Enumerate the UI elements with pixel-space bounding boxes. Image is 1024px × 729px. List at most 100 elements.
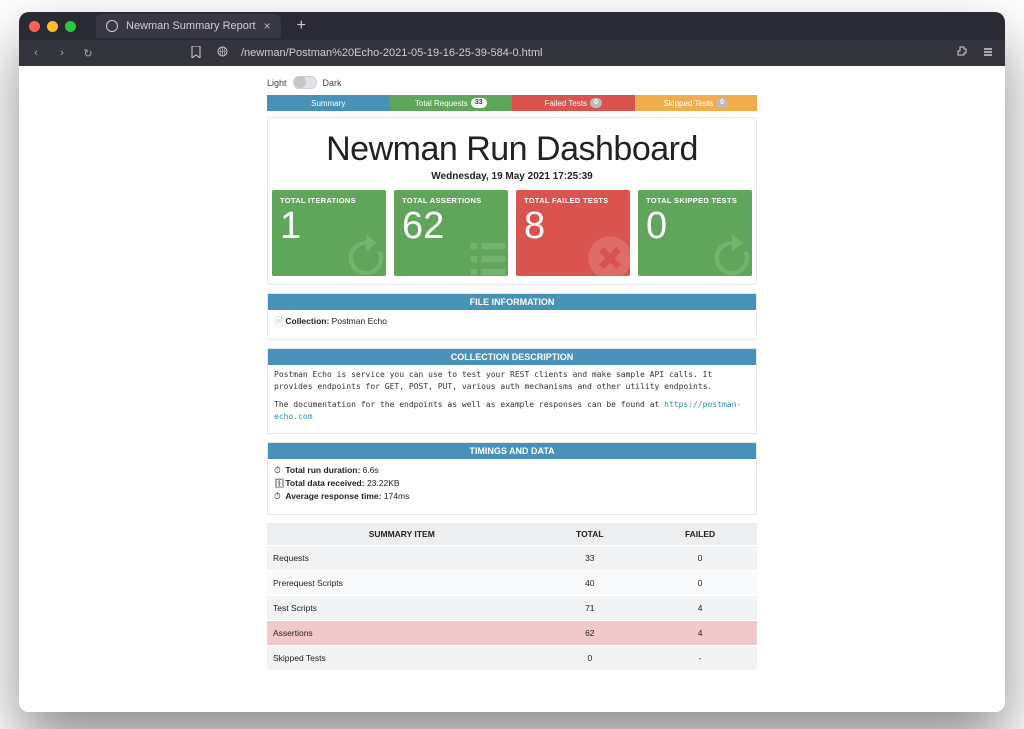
- nav-failed-tests[interactable]: Failed Tests 0: [512, 95, 635, 111]
- nav-skipped-tests-label: Skipped Tests: [663, 99, 713, 108]
- summary-table-header: SUMMARY ITEM TOTAL FAILED: [267, 523, 757, 546]
- card-skipped: TOTAL SKIPPED TESTS 0: [638, 190, 752, 276]
- times-circle-icon: [584, 232, 630, 276]
- col-total: TOTAL: [537, 523, 644, 546]
- file-info-heading: FILE INFORMATION: [268, 294, 756, 310]
- dashboard-panel: Newman Run Dashboard Wednesday, 19 May 2…: [267, 117, 757, 285]
- nav-total-requests[interactable]: Total Requests 33: [390, 95, 513, 111]
- col-item: SUMMARY ITEM: [267, 523, 537, 546]
- cell-total: 62: [537, 621, 644, 646]
- collection-description-heading: COLLECTION DESCRIPTION: [268, 349, 756, 365]
- maximize-window-button[interactable]: [65, 21, 76, 32]
- app-menu-icon[interactable]: [981, 46, 995, 61]
- theme-dark-label: Dark: [323, 78, 342, 88]
- table-row: Skipped Tests 0 -: [267, 646, 757, 671]
- stopwatch-icon: ⏱: [274, 465, 283, 476]
- desc-text: POST: [409, 382, 428, 391]
- list-icon: [462, 232, 508, 276]
- table-row: Prerequest Scripts 40 0: [267, 571, 757, 596]
- desc-text: ,: [428, 382, 438, 391]
- desc-text: PUT: [438, 382, 452, 391]
- reload-button[interactable]: ↻: [81, 47, 95, 60]
- card-skipped-label: TOTAL SKIPPED TESTS: [646, 196, 744, 205]
- bookmark-icon[interactable]: [189, 46, 203, 61]
- card-failed: TOTAL FAILED TESTS 8: [516, 190, 630, 276]
- desc-text: ,: [399, 382, 409, 391]
- cell-item: Prerequest Scripts: [267, 571, 537, 596]
- cell-total: 33: [537, 546, 644, 571]
- avg-response-label: Average response time:: [285, 491, 381, 501]
- run-duration-label: Total run duration:: [285, 465, 360, 475]
- card-assertions-label: TOTAL ASSERTIONS: [402, 196, 500, 205]
- table-row-danger: Assertions 62 4: [267, 621, 757, 646]
- cell-item: Assertions: [267, 621, 537, 646]
- timings-section: TIMINGS AND DATA ⏱ Total run duration: 6…: [267, 442, 757, 515]
- address-bar: ‹ › ↻ /newman/Postman%20Echo-2021-05-19-…: [19, 40, 1005, 66]
- database-icon: 🗄: [274, 478, 283, 489]
- nav-summary[interactable]: Summary: [267, 95, 390, 111]
- new-tab-button[interactable]: +: [297, 17, 306, 35]
- card-iterations: TOTAL ITERATIONS 1: [272, 190, 386, 276]
- collection-description-section: COLLECTION DESCRIPTION Postman Echo is s…: [267, 348, 757, 434]
- file-info-section: FILE INFORMATION 📄 Collection: Postman E…: [267, 293, 757, 340]
- cell-item: Test Scripts: [267, 596, 537, 621]
- desc-text: GET: [385, 382, 399, 391]
- browser-window: Newman Summary Report × + ‹ › ↻ /newman/…: [19, 12, 1005, 712]
- timings-heading: TIMINGS AND DATA: [268, 443, 756, 459]
- minimize-window-button[interactable]: [47, 21, 58, 32]
- cell-item: Skipped Tests: [267, 646, 537, 671]
- cell-total: 71: [537, 596, 644, 621]
- nav-total-requests-label: Total Requests: [415, 99, 468, 108]
- extensions-icon[interactable]: [955, 46, 969, 61]
- card-failed-label: TOTAL FAILED TESTS: [524, 196, 622, 205]
- cell-failed: 0: [643, 546, 757, 571]
- page-title: Newman Run Dashboard: [272, 130, 752, 169]
- data-received-value: 23.22KB: [367, 478, 400, 488]
- collection-label: Collection:: [285, 316, 329, 326]
- summary-table: SUMMARY ITEM TOTAL FAILED Requests 33 0 …: [267, 523, 757, 670]
- table-row: Requests 33 0: [267, 546, 757, 571]
- desc-text: The documentation for the endpoints as w…: [274, 400, 664, 409]
- stopwatch-icon: ⏱: [274, 491, 283, 502]
- nav-total-requests-badge: 33: [471, 98, 487, 108]
- data-received-label: Total data received:: [285, 478, 364, 488]
- cell-failed: 4: [643, 596, 757, 621]
- forward-button[interactable]: ›: [55, 47, 69, 59]
- nav-skipped-tests-badge: 0: [716, 98, 728, 108]
- refresh-icon: [340, 232, 386, 276]
- back-button[interactable]: ‹: [29, 47, 43, 59]
- cell-total: 0: [537, 646, 644, 671]
- cell-total: 40: [537, 571, 644, 596]
- theme-toggle-row: Light Dark: [267, 76, 757, 89]
- col-failed: FAILED: [643, 523, 757, 546]
- desc-text: , various auth mechanisms and other util…: [452, 382, 712, 391]
- close-window-button[interactable]: [29, 21, 40, 32]
- cell-failed: 4: [643, 621, 757, 646]
- close-tab-button[interactable]: ×: [264, 19, 271, 33]
- window-titlebar: Newman Summary Report × +: [19, 12, 1005, 40]
- collection-name: Postman Echo: [332, 316, 387, 326]
- url-text[interactable]: /newman/Postman%20Echo-2021-05-19-16-25-…: [241, 47, 542, 59]
- cell-item: Requests: [267, 546, 537, 571]
- browser-tab-title: Newman Summary Report: [126, 20, 256, 32]
- nav-failed-tests-label: Failed Tests: [545, 99, 588, 108]
- table-row: Test Scripts 71 4: [267, 596, 757, 621]
- browser-tab[interactable]: Newman Summary Report ×: [96, 14, 281, 38]
- cell-failed: 0: [643, 571, 757, 596]
- site-info-icon[interactable]: [215, 46, 229, 60]
- page-viewport: Light Dark Summary Total Requests 33 Fai…: [19, 66, 1005, 712]
- file-icon: 📄: [274, 316, 283, 327]
- window-controls: [29, 21, 76, 32]
- nav-skipped-tests[interactable]: Skipped Tests 0: [635, 95, 758, 111]
- avg-response-value: 174ms: [384, 491, 410, 501]
- theme-toggle[interactable]: [293, 76, 317, 89]
- run-timestamp: Wednesday, 19 May 2021 17:25:39: [272, 171, 752, 182]
- stat-cards: TOTAL ITERATIONS 1 TOTAL ASSERTIONS 62 T…: [272, 190, 752, 276]
- globe-icon: [106, 20, 118, 32]
- card-iterations-label: TOTAL ITERATIONS: [280, 196, 378, 205]
- nav-summary-label: Summary: [311, 99, 345, 108]
- nav-failed-tests-badge: 0: [590, 98, 602, 108]
- cell-failed: -: [643, 646, 757, 671]
- run-duration-value: 6.6s: [363, 465, 379, 475]
- redo-icon: [706, 232, 752, 276]
